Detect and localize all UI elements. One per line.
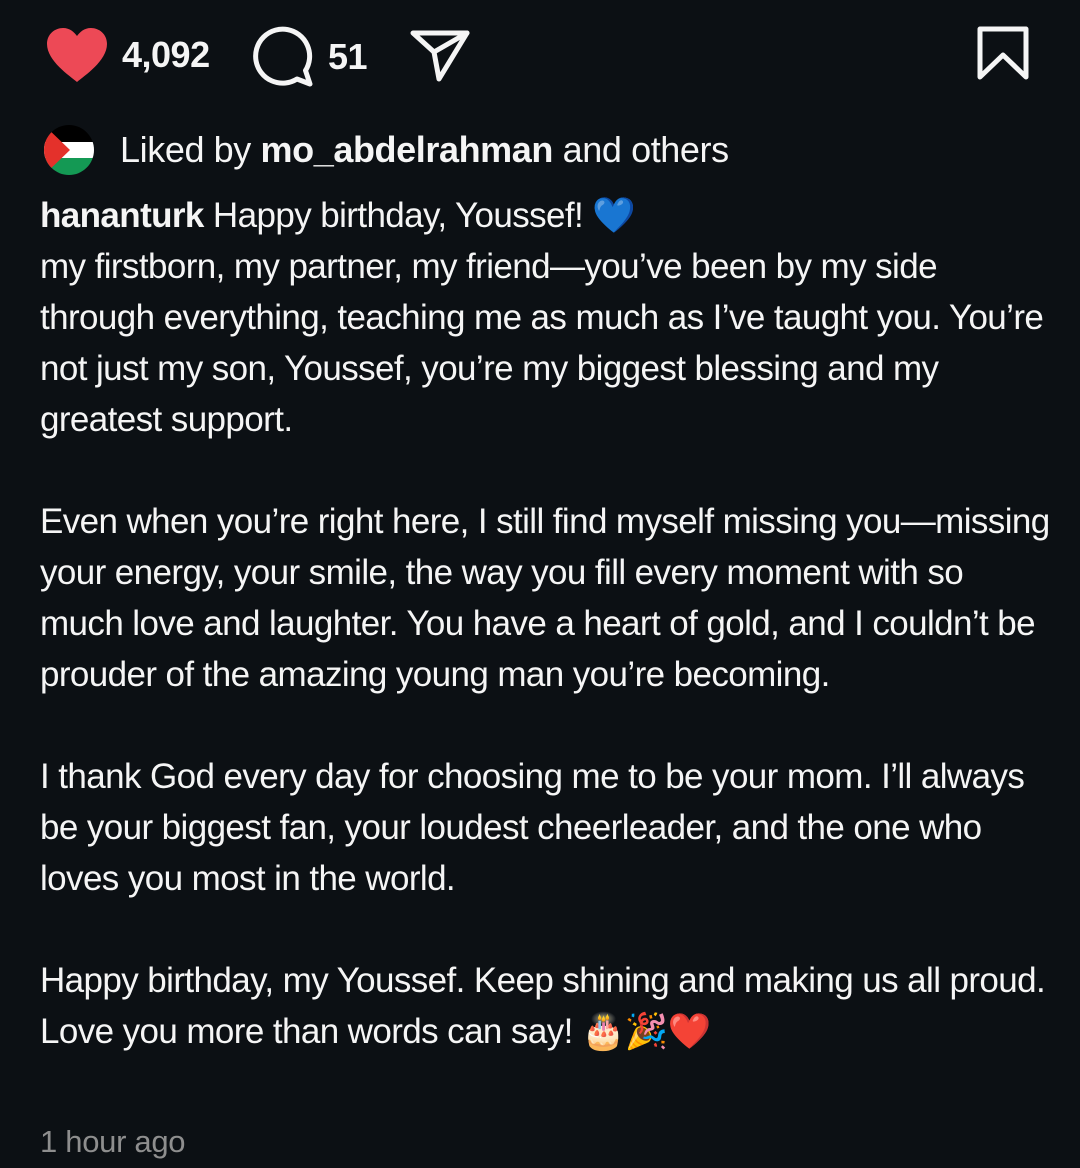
bookmark-icon: [977, 26, 1029, 80]
caption-paragraph-3: I thank God every day for choosing me to…: [40, 757, 1025, 898]
caption-paragraph-2: Even when you’re right here, I still fin…: [40, 502, 1050, 694]
caption-username[interactable]: hananturk: [40, 196, 204, 235]
like-button[interactable]: 4,092: [44, 26, 210, 84]
comment-count: 51: [328, 36, 368, 77]
share-paper-plane-icon: [410, 30, 470, 82]
caption-first-line: hananturk Happy birthday, Youssef! 💙: [40, 190, 1055, 241]
like-count: 4,092: [122, 34, 210, 75]
caption-paragraph-4: Happy birthday, my Youssef. Keep shining…: [40, 961, 1046, 1051]
share-button[interactable]: [410, 30, 470, 82]
comment-icon: [253, 26, 313, 87]
heart-filled-icon: [47, 28, 107, 82]
liked-by-row[interactable]: Liked by mo_abdelrahman and others: [44, 124, 729, 176]
caption-paragraph-1: my firstborn, my partner, my friend—you’…: [40, 247, 1044, 439]
liked-by-prefix: Liked by: [120, 129, 251, 170]
palestine-flag-icon: [44, 125, 94, 175]
post-action-bar: 4,092 51: [0, 0, 1080, 112]
liker-avatar[interactable]: [44, 125, 94, 175]
liked-by-username[interactable]: mo_abdelrahman: [261, 129, 554, 171]
liked-by-suffix[interactable]: and others: [563, 129, 730, 171]
save-button[interactable]: [975, 26, 1031, 82]
caption-greeting: Happy birthday, Youssef! 💙: [212, 196, 636, 235]
post-timestamp: 1 hour ago: [40, 1124, 186, 1159]
post-caption: hananturk Happy birthday, Youssef! 💙 my …: [40, 190, 1055, 1057]
comment-button[interactable]: 51: [252, 26, 368, 88]
